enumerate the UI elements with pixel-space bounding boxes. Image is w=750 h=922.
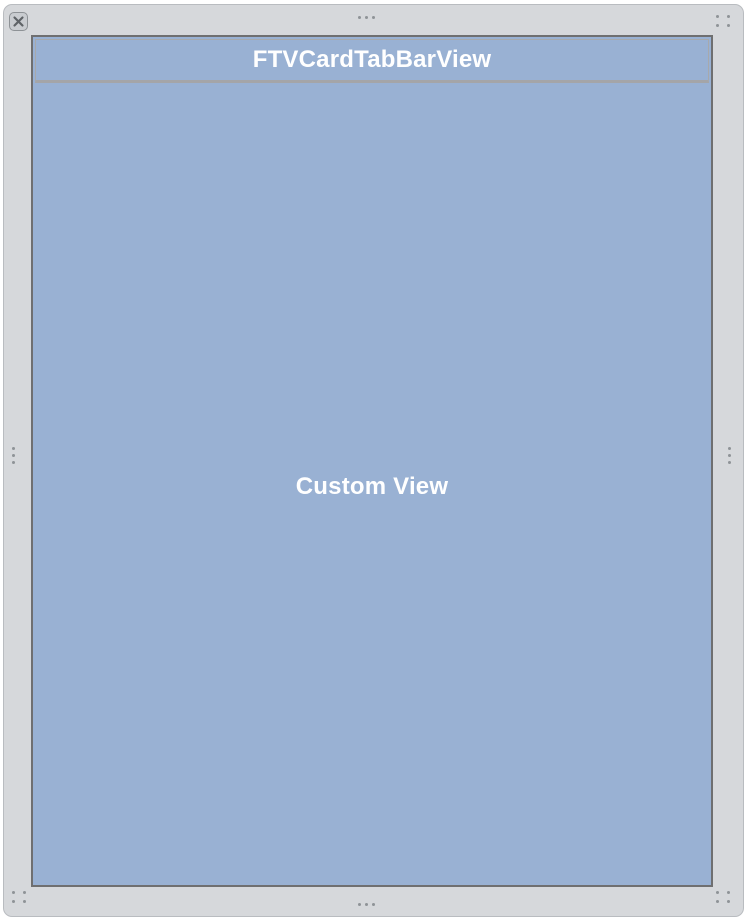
bottom-resize-handle-icon[interactable]: [358, 903, 375, 906]
top-right-resize-handle-icon[interactable]: [716, 15, 730, 27]
tab-bar-view-label: FTVCardTabBarView: [252, 46, 492, 73]
left-resize-handle-icon[interactable]: [12, 447, 15, 464]
close-icon: [13, 16, 24, 27]
custom-view[interactable]: Custom View: [33, 87, 711, 885]
close-button[interactable]: [9, 12, 28, 31]
bottom-right-resize-handle-icon[interactable]: [716, 891, 730, 903]
bottom-left-resize-handle-icon[interactable]: [12, 891, 26, 903]
right-resize-handle-icon[interactable]: [728, 447, 731, 464]
card-tab-bar-container[interactable]: FTVCardTabBarView Custom View: [31, 35, 713, 887]
custom-view-label: Custom View: [295, 473, 449, 500]
top-resize-handle-icon[interactable]: [358, 16, 375, 19]
ftv-card-tab-bar-view[interactable]: FTVCardTabBarView: [35, 39, 709, 83]
